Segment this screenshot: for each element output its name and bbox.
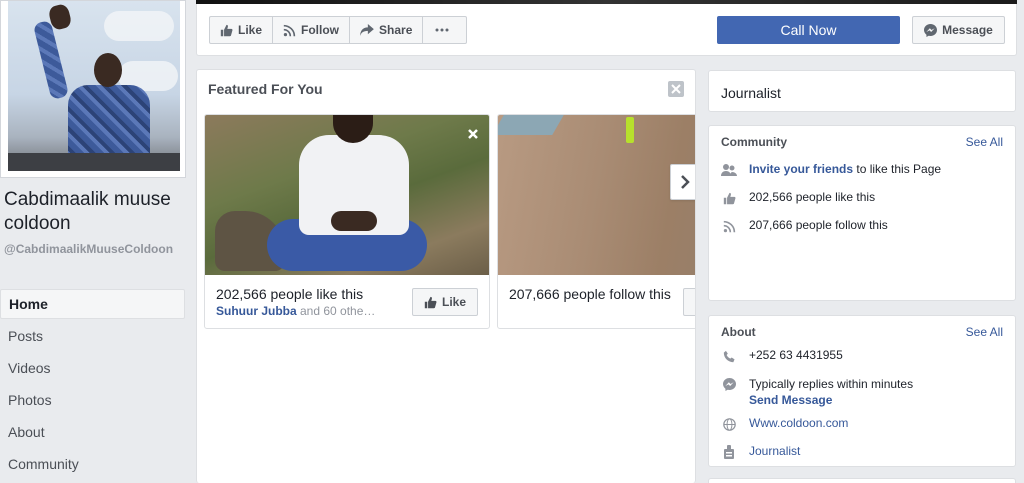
follow-button[interactable]: Follow [273,17,351,43]
globe-icon [722,417,736,431]
nav-item-community[interactable]: Community [0,448,185,480]
nav-item-photos[interactable]: Photos [0,384,185,416]
nav-item-home[interactable]: Home [0,289,185,319]
invite-friends-row: Invite your friends to like this Page [721,162,941,178]
page-likes-row: 202,566 people like this [721,190,875,206]
people-icon [721,164,737,176]
friend-others-text: and 60 othe… [296,304,376,318]
featured-follow-button[interactable] [683,288,695,316]
featured-likes-caption: 202,566 people like this [216,286,364,302]
featured-follow-photo[interactable] [498,115,695,275]
share-arrow-icon [360,24,374,36]
thumbs-up-icon [220,24,233,36]
chevron-right-icon [680,175,690,189]
about-heading: About [721,325,756,339]
community-heading: Community [721,135,787,149]
thumbs-up-icon [424,296,437,308]
messenger-icon [722,377,736,391]
dismiss-icon[interactable] [467,128,479,140]
about-category-row: Journalist [721,444,800,460]
about-category-link[interactable]: Journalist [749,444,800,458]
more-dots-icon [435,28,449,32]
call-now-button[interactable]: Call Now [717,16,900,44]
featured-like-button[interactable]: Like [412,288,478,316]
carousel-next-button[interactable] [670,164,695,200]
featured-for-you-card: Featured For You 202,566 people like thi… [196,69,696,483]
community-see-all-link[interactable]: See All [966,135,1003,149]
follow-button-label: Follow [301,23,340,37]
invite-friends-link[interactable]: Invite your friends [749,162,853,176]
action-button-group: Like Follow Share [209,16,468,44]
page-follows-count: 207,666 people follow this [749,218,888,232]
featured-page-photo[interactable] [205,115,489,275]
nav-item-videos[interactable]: Videos [0,352,185,384]
profile-picture[interactable] [0,0,186,178]
page-nav: Home Posts Videos Photos About Community [0,288,185,480]
featured-follow-card[interactable]: 207,666 people follow this [497,114,695,329]
rss-icon [283,24,296,36]
page-likes-count: 202,566 people like this [749,190,876,204]
profile-photo [8,1,180,171]
tag-icon [724,445,734,459]
next-sidebar-card [708,478,1016,483]
page-action-bar: Like Follow Share Call Now Message [196,0,1017,56]
nav-item-about[interactable]: About [0,416,185,448]
like-button[interactable]: Like [210,17,274,43]
category-label[interactable]: Journalist [721,85,781,101]
friend-name-link[interactable]: Suhuur Jubba [216,304,297,318]
page-username[interactable]: @CabdimaalikMuuseColdoon [4,242,186,257]
rss-icon [723,220,735,232]
featured-title: Featured For You [208,81,323,97]
featured-page-card[interactable]: 202,566 people like this Suhuur Jubba an… [204,114,490,329]
about-see-all-link[interactable]: See All [966,325,1003,339]
page-follows-row: 207,666 people follow this [721,218,888,234]
nav-item-posts[interactable]: Posts [0,320,185,352]
phone-row: +252 63 4431955 [721,348,843,364]
website-link[interactable]: Www.coldoon.com [749,416,848,430]
phone-number[interactable]: +252 63 4431955 [749,348,843,362]
message-button-label: Message [942,23,993,37]
phone-icon [723,350,735,362]
left-column: Cabdimaalik muuse coldoon @CabdimaalikMu… [0,0,186,483]
share-button[interactable]: Share [350,17,424,43]
featured-like-label: Like [441,295,466,309]
page-title[interactable]: Cabdimaalik muuse coldoon [4,188,186,236]
cover-photo-edge [196,0,1017,4]
message-button[interactable]: Message [912,16,1005,44]
invite-friends-text: to like this Page [853,162,942,176]
response-time-text: Typically replies within minutes [749,377,914,391]
featured-friends-line: Suhuur Jubba and 60 othe… [216,304,375,318]
more-options-button[interactable] [423,17,466,43]
response-time-row: Typically replies within minutes Send Me… [721,376,913,408]
messenger-icon [924,23,938,37]
featured-follows-caption: 207,666 people follow this [509,286,671,302]
close-icon [671,84,681,94]
like-button-label: Like [238,23,263,37]
send-message-link[interactable]: Send Message [749,393,832,407]
website-row: Www.coldoon.com [721,416,848,432]
featured-close-button[interactable] [668,81,684,97]
thumbs-up-icon [723,192,735,204]
share-button-label: Share [379,23,413,37]
about-card: About See All +252 63 4431955 Typically … [708,315,1016,467]
category-card: Journalist [708,70,1016,112]
community-card: Community See All Invite your friends to… [708,125,1016,301]
